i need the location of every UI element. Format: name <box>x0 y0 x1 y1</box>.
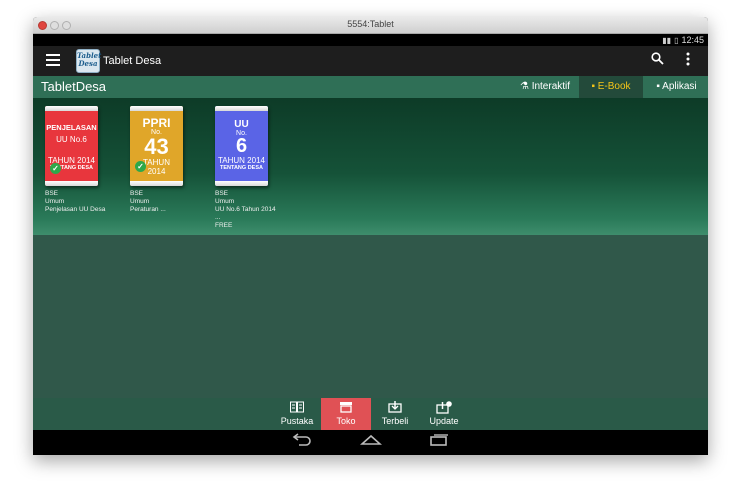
library-icon <box>272 401 322 416</box>
action-bar: Tablet Desa Tablet Desa <box>33 46 708 76</box>
emulator-window: 5554:Tablet ▮▮ ▯ 12:45 Tablet Desa Table… <box>33 17 708 455</box>
book-item[interactable]: PENJELASAN UU No.6 TAHUN 2014 TENTANG DE… <box>45 106 106 214</box>
nav-update[interactable]: Update <box>419 398 469 430</box>
book-cover[interactable]: PPRI No. 43 TAHUN 2014 ✓ <box>130 106 183 186</box>
cover-text: TENTANG DESA <box>220 165 263 171</box>
book-cover[interactable]: PENJELASAN UU No.6 TAHUN 2014 TENTANG DE… <box>45 106 98 186</box>
book-title: Penjelasan UU Desa <box>45 206 106 213</box>
tab-label: Interaktif <box>531 81 571 92</box>
hamburger-icon[interactable] <box>46 54 60 66</box>
cover-text: PPRI <box>142 116 171 130</box>
app-icon: ▪ <box>656 81 660 92</box>
book-source: BSE <box>45 190 59 197</box>
tab-label: E-Book <box>597 81 631 92</box>
download-icon <box>370 401 420 416</box>
window-title: 5554:Tablet <box>347 19 394 29</box>
book-meta: BSE Umum Penjelasan UU Desa <box>45 190 106 214</box>
system-navigation-bar <box>33 430 708 455</box>
window-titlebar: 5554:Tablet <box>33 17 708 34</box>
cover-text: UU No.6 <box>56 135 87 144</box>
book-meta: BSE Umum Peraturan ... <box>130 190 186 214</box>
signal-icon: ▮▮ <box>662 35 672 45</box>
book-category: Umum <box>45 198 65 205</box>
tab-interaktif[interactable]: ⚗ Interaktif <box>513 76 577 98</box>
tab-ebook[interactable]: ▪ E-Book <box>579 76 643 98</box>
book-meta: BSE Umum UU No.6 Tahun 2014 ... FREE <box>215 190 276 230</box>
book-item[interactable]: PPRI No. 43 TAHUN 2014 ✓ BSE Umum Peratu… <box>130 106 186 214</box>
book-icon: ▪ <box>591 81 595 92</box>
cover-text: UU <box>234 119 249 130</box>
book-category: Umum <box>130 198 150 205</box>
flask-icon: ⚗ <box>519 81 529 92</box>
cover-text: 43 <box>144 134 169 159</box>
category-tab-bar: TabletDesa ⚗ Interaktif ▪ E-Book ▪ Aplik… <box>33 76 708 98</box>
nav-toko[interactable]: Toko <box>321 398 371 430</box>
nav-terbeli[interactable]: Terbeli <box>370 398 420 430</box>
tab-label: Aplikasi <box>662 81 697 92</box>
book-category: Umum <box>215 198 235 205</box>
store-icon <box>321 401 371 416</box>
app-title: Tablet Desa <box>103 55 162 67</box>
book-cover[interactable]: UU No. 6 TAHUN 2014 TENTANG DESA <box>215 106 268 186</box>
nav-label: Pustaka <box>280 416 314 426</box>
nav-pustaka[interactable]: Pustaka <box>272 398 322 430</box>
book-item[interactable]: UU No. 6 TAHUN 2014 TENTANG DESA BSE Umu… <box>215 106 276 230</box>
section-title: TabletDesa <box>41 79 107 94</box>
book-source: BSE <box>130 190 144 197</box>
update-icon <box>419 401 469 416</box>
back-icon[interactable] <box>291 433 313 451</box>
nav-label: Update <box>429 416 459 426</box>
owned-check-icon: ✓ <box>135 161 146 172</box>
nav-label: Toko <box>336 416 356 426</box>
recents-icon[interactable] <box>428 433 450 451</box>
book-title-ellipsis: ... <box>215 214 221 221</box>
battery-icon: ▯ <box>674 35 679 45</box>
book-shelf: PENJELASAN UU No.6 TAHUN 2014 TENTANG DE… <box>33 98 708 235</box>
search-icon[interactable] <box>651 52 664 68</box>
cover-text: TAHUN 2014 <box>218 156 265 165</box>
tab-aplikasi[interactable]: ▪ Aplikasi <box>645 76 708 98</box>
app-logo: Tablet Desa <box>76 49 101 73</box>
book-title: Peraturan ... <box>130 206 166 213</box>
status-time: 12:45 <box>681 35 704 45</box>
nav-label: Terbeli <box>381 416 409 426</box>
home-icon[interactable] <box>359 433 383 451</box>
owned-check-icon: ✓ <box>50 163 61 174</box>
overflow-menu-icon[interactable] <box>686 52 690 69</box>
book-title: UU No.6 Tahun 2014 <box>215 206 276 213</box>
book-price: FREE <box>215 222 233 229</box>
book-source: BSE <box>215 190 229 197</box>
bottom-navigation: Pustaka Toko Terbeli Update <box>33 398 708 430</box>
cover-text: 6 <box>235 135 248 157</box>
status-bar: ▮▮ ▯ 12:45 <box>33 34 708 46</box>
cover-text: PENJELASAN <box>46 123 97 132</box>
main-content: PENJELASAN UU No.6 TAHUN 2014 TENTANG DE… <box>33 98 708 398</box>
